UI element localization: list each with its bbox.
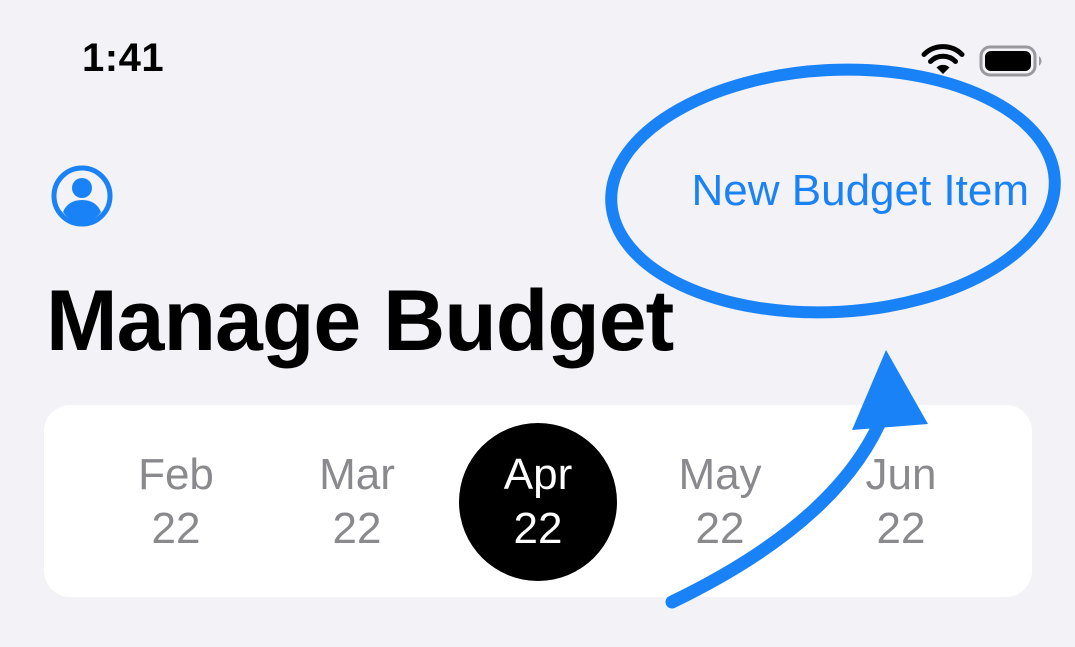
month-year: 22 bbox=[332, 504, 382, 553]
month-year: 22 bbox=[151, 504, 201, 553]
month-year: 22 bbox=[513, 504, 563, 553]
month-item-feb[interactable]: Feb 22 bbox=[97, 423, 255, 581]
month-name: May bbox=[678, 450, 762, 499]
month-item-apr-selected[interactable]: Apr 22 bbox=[459, 423, 617, 581]
month-name: Jun bbox=[865, 450, 937, 499]
app-screen: 1:41 New Budget Item Manage Budget Feb 2… bbox=[0, 0, 1075, 647]
month-name: Mar bbox=[319, 450, 395, 499]
new-budget-item-button[interactable]: New Budget Item bbox=[692, 166, 1030, 216]
month-item-jun[interactable]: Jun 22 bbox=[822, 423, 980, 581]
month-name: Apr bbox=[503, 450, 573, 499]
month-selector: Feb 22 Mar 22 Apr 22 May 22 Jun 22 bbox=[44, 405, 1032, 597]
profile-button[interactable] bbox=[50, 164, 114, 228]
month-year: 22 bbox=[876, 504, 926, 553]
month-item-mar[interactable]: Mar 22 bbox=[278, 423, 436, 581]
month-name: Feb bbox=[138, 450, 214, 499]
wifi-icon bbox=[921, 44, 965, 83]
battery-icon bbox=[979, 44, 1045, 83]
status-time: 1:41 bbox=[82, 36, 165, 80]
person-circle-icon bbox=[50, 165, 114, 232]
month-item-may[interactable]: May 22 bbox=[641, 423, 799, 581]
page-title: Manage Budget bbox=[46, 273, 674, 369]
status-icons bbox=[921, 44, 1045, 83]
month-year: 22 bbox=[695, 504, 745, 553]
